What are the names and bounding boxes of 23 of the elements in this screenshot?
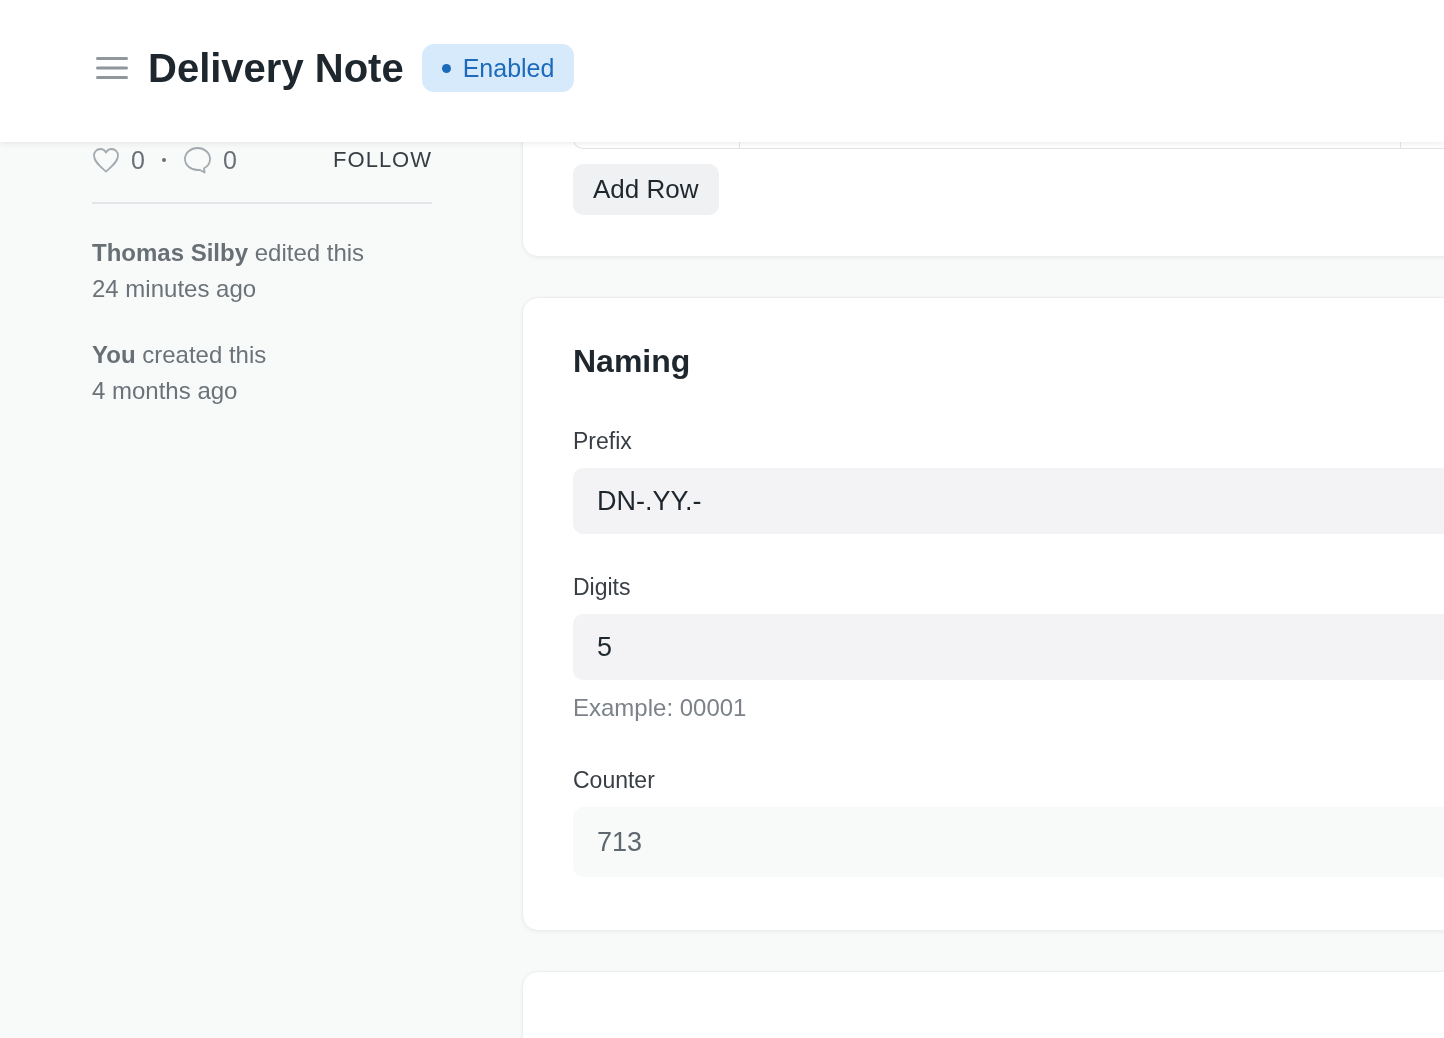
field-label: Prefix [573, 427, 633, 455]
activity-time: 4 months ago [92, 376, 239, 406]
field-label: Counter [573, 766, 656, 794]
heart-icon[interactable] [92, 147, 120, 173]
like-count: 0 [131, 145, 145, 175]
section-title: Naming [573, 342, 692, 381]
field-description: Example: 00001 [573, 694, 748, 722]
comment-count: 0 [222, 145, 237, 175]
field-label: Digits [573, 573, 632, 601]
activity-time: 24 minutes ago [92, 274, 258, 304]
input-field[interactable]: DN-.YY.- [573, 468, 1444, 534]
activity-text: You created this [92, 340, 268, 370]
separator-dot-icon [161, 158, 166, 162]
add-row-button[interactable]: Add Row [573, 164, 719, 215]
activity-text: Thomas Silby edited this [92, 238, 366, 268]
status-label: Enabled [462, 53, 555, 83]
input-field[interactable]: 5 [573, 614, 1444, 680]
page-title: Delivery Note [148, 45, 404, 92]
menu-icon[interactable] [96, 56, 128, 80]
status-dot-icon [441, 63, 451, 73]
input-field[interactable]: 713 [573, 807, 1444, 877]
follow-link[interactable]: FOLLOW [333, 145, 432, 175]
comment-icon[interactable] [182, 146, 212, 174]
